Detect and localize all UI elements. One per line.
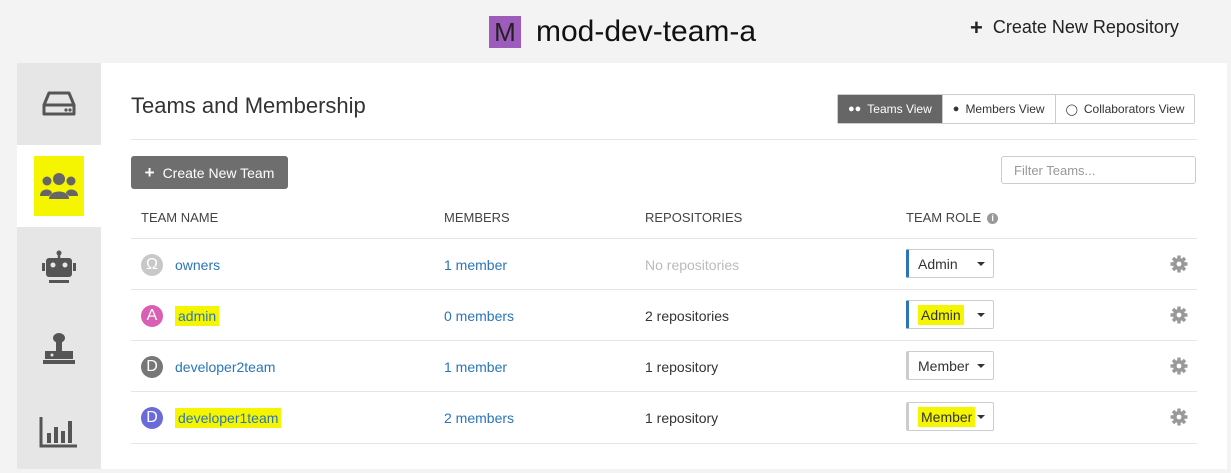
team-name-link[interactable]: developer1team: [175, 407, 282, 428]
users-icon: ●●: [848, 103, 862, 115]
create-repository-label: Create New Repository: [992, 17, 1179, 37]
members-view-label: Members View: [965, 102, 1045, 116]
column-header-team-role: TEAM ROLE i: [906, 210, 999, 225]
view-toggle: ●● Teams View ● Members View ◯ Collabora…: [837, 94, 1196, 124]
team-role-value: Member: [918, 357, 970, 374]
org-header: M mod-dev-team-a: [489, 14, 756, 50]
repositories-count: No repositories: [645, 256, 740, 273]
team-role-value: Member: [918, 406, 976, 427]
table-row: Ω owners 1 member No repositories Admin: [131, 238, 1197, 290]
sidebar-item-repositories[interactable]: [17, 63, 101, 145]
collaborators-view-label: Collaborators View: [1083, 102, 1185, 116]
table-row: D developer1team 2 members 1 repository …: [131, 391, 1197, 444]
team-role-value: Admin: [918, 304, 964, 325]
create-new-team-button[interactable]: + Create New Team: [131, 156, 288, 189]
column-header-team-name: TEAM NAME: [141, 210, 219, 225]
page-title: Teams and Membership: [131, 93, 366, 118]
table-row: D developer2team 1 member 1 repository M…: [131, 340, 1197, 392]
usage-chart-icon: [39, 417, 77, 448]
members-link[interactable]: 1 member: [444, 359, 507, 375]
team-role-dropdown[interactable]: Member: [906, 402, 994, 431]
user-circle-icon: ◯: [1065, 103, 1078, 116]
user-icon: ●: [952, 103, 960, 115]
repositories-count: 1 repository: [645, 409, 719, 426]
sidebar-item-teams[interactable]: [17, 145, 101, 227]
collaborators-view-button[interactable]: ◯ Collaborators View: [1054, 95, 1195, 123]
sidebar-item-usage-logs[interactable]: [17, 391, 101, 473]
team-name-link[interactable]: admin: [175, 305, 220, 326]
filter-teams-input[interactable]: [1001, 156, 1196, 184]
gear-icon[interactable]: [1170, 408, 1188, 426]
team-role-value: Admin: [918, 255, 958, 272]
sidebar: [17, 63, 101, 469]
gear-icon[interactable]: [1170, 357, 1188, 375]
column-header-members: MEMBERS: [444, 210, 510, 225]
members-link[interactable]: 1 member: [444, 257, 507, 273]
teams-panel: Teams and Membership ●● Teams View ● Mem…: [101, 63, 1227, 469]
create-new-team-label: Create New Team: [162, 164, 275, 181]
org-name: mod-dev-team-a: [536, 15, 757, 48]
team-name-cell: D developer1team: [141, 392, 282, 443]
repository-icon: [42, 91, 76, 116]
team-name-cell: A admin: [141, 290, 220, 341]
members-link[interactable]: 2 members: [444, 410, 514, 426]
team-role-header-label: TEAM ROLE: [906, 210, 982, 225]
caret-down-icon: [977, 415, 985, 419]
team-role-dropdown[interactable]: Admin: [906, 300, 994, 329]
caret-down-icon: [977, 262, 985, 266]
team-avatar: D: [141, 406, 163, 429]
team-avatar: D: [141, 355, 163, 378]
teams-highlight: [34, 156, 84, 216]
robot-icon: [42, 250, 76, 283]
sidebar-item-robot-accounts[interactable]: [17, 227, 101, 309]
plus-icon: +: [144, 162, 155, 182]
teams-view-label: Teams View: [867, 102, 932, 116]
repositories-count: 2 repositories: [645, 307, 730, 324]
team-avatar: A: [141, 304, 163, 327]
info-icon[interactable]: i: [987, 213, 999, 225]
gear-icon[interactable]: [1170, 255, 1188, 273]
team-name-cell: D developer2team: [141, 341, 275, 392]
sidebar-item-applications[interactable]: [17, 309, 101, 391]
team-name-cell: Ω owners: [141, 239, 220, 290]
joystick-icon: [43, 333, 75, 364]
team-name-link[interactable]: owners: [175, 257, 220, 273]
table-row: A admin 0 members 2 repositories Admin: [131, 289, 1197, 341]
members-link[interactable]: 0 members: [444, 308, 514, 324]
team-name-link[interactable]: developer2team: [175, 359, 275, 375]
caret-down-icon: [977, 313, 985, 317]
repositories-count: 1 repository: [645, 358, 719, 375]
plus-icon: +: [970, 14, 983, 40]
column-header-repositories: REPOSITORIES: [645, 210, 743, 225]
teams-view-button[interactable]: ●● Teams View: [838, 95, 942, 123]
create-repository-button[interactable]: + Create New Repository: [970, 14, 1179, 40]
team-role-dropdown[interactable]: Member: [906, 351, 994, 380]
teams-icon: [40, 173, 78, 199]
org-avatar: M: [489, 16, 521, 48]
title-divider: [131, 139, 1197, 140]
gear-icon[interactable]: [1170, 306, 1188, 324]
members-view-button[interactable]: ● Members View: [941, 95, 1055, 123]
team-avatar: Ω: [141, 253, 163, 276]
caret-down-icon: [977, 364, 985, 368]
team-role-dropdown[interactable]: Admin: [906, 249, 994, 278]
